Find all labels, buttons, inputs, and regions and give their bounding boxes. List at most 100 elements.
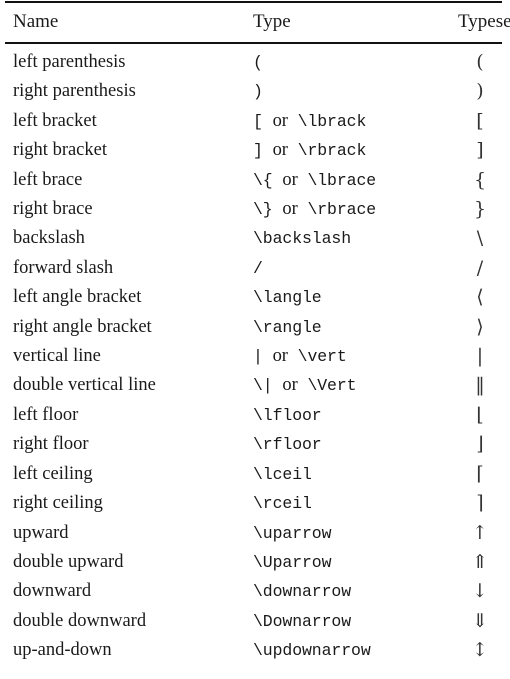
delimiters-table-container: Name Type Typeset left parenthesis ((righ… xyxy=(0,0,510,679)
type-or-separator: or xyxy=(282,169,298,190)
cell-type: ) xyxy=(253,77,458,106)
type-or-separator: or xyxy=(282,199,298,220)
cell-type: ] or \rbrack xyxy=(253,136,458,165)
type-command-primary: ( xyxy=(253,53,263,72)
table-row: double downward \Downarrow ⇓ xyxy=(5,607,502,636)
cell-type: ( xyxy=(253,44,458,77)
type-command-primary: | xyxy=(253,347,263,367)
table-row: double vertical line \| or \Vert ‖ xyxy=(5,371,502,400)
cell-type: \backslash xyxy=(253,224,458,253)
cell-typeset-glyph: ] xyxy=(476,139,484,162)
table-row: vertical line | or \vert | xyxy=(5,342,502,371)
cell-type: [ or \lbrack xyxy=(253,107,458,136)
cell-type: \downarrow xyxy=(253,577,458,606)
cell-type: \} or \rbrace xyxy=(253,195,458,224)
type-command-primary: \rceil xyxy=(253,494,312,514)
table-row: right ceiling \rceil ⌉ xyxy=(5,489,502,518)
cell-name: backslash xyxy=(13,228,85,249)
cell-name: right parenthesis xyxy=(13,81,136,102)
cell-typeset-glyph: | xyxy=(476,345,484,368)
cell-type: \updownarrow xyxy=(253,636,458,665)
cell-name: left brace xyxy=(13,169,83,190)
table-row: left floor \lfloor ⌊ xyxy=(5,401,502,430)
delimiters-table: Name Type Typeset left parenthesis ((righ… xyxy=(5,0,510,666)
type-command-alternate: \vert xyxy=(297,347,347,367)
type-command-primary: \backslash xyxy=(253,229,352,249)
type-or-separator: or xyxy=(272,110,288,131)
table-row: right bracket ] or \rbrack] xyxy=(5,136,502,165)
type-command-primary: / xyxy=(253,258,263,278)
column-header-name: Name xyxy=(13,11,59,32)
table-row: upward \uparrow ↑ xyxy=(5,519,502,548)
type-command-primary: \uparrow xyxy=(253,523,332,543)
table-row: right brace \} or \rbrace} xyxy=(5,195,502,224)
cell-name: double downward xyxy=(13,610,147,631)
type-command-alternate: \Vert xyxy=(307,376,357,396)
cell-typeset-glyph: ) xyxy=(476,80,484,103)
cell-type: \lceil xyxy=(253,460,458,489)
cell-typeset-glyph: ⇓ xyxy=(472,609,488,632)
cell-name: forward slash xyxy=(13,257,114,278)
cell-type: \| or \Vert xyxy=(253,371,458,400)
table-row: left parenthesis (( xyxy=(5,44,502,77)
type-command-primary: \Uparrow xyxy=(253,552,332,572)
cell-name: left ceiling xyxy=(13,463,93,484)
table-row: right floor \rfloor ⌋ xyxy=(5,430,502,459)
type-command-primary: \rangle xyxy=(253,317,322,337)
table-body: left parenthesis((right parenthesis)) lef… xyxy=(5,44,502,666)
cell-name: vertical line xyxy=(13,346,101,367)
cell-name: up-and-down xyxy=(13,640,112,661)
type-command-primary: \Downarrow xyxy=(253,611,352,631)
type-or-separator: or xyxy=(272,346,288,367)
type-command-alternate: \rbrack xyxy=(297,141,367,161)
cell-type: \{ or \lbrace xyxy=(253,166,458,195)
cell-typeset-glyph: ⟨ xyxy=(476,286,484,309)
cell-typeset-glyph: ⌊ xyxy=(476,403,484,426)
cell-type: / xyxy=(253,254,458,283)
type-command-alternate: \lbrack xyxy=(297,111,367,131)
cell-type: \rfloor xyxy=(253,430,458,459)
type-command-primary: \updownarrow xyxy=(253,641,371,661)
cell-typeset-glyph: ⇑ xyxy=(472,550,488,573)
type-command-primary: [ xyxy=(253,111,263,131)
cell-type: \rceil xyxy=(253,489,458,518)
cell-name: right brace xyxy=(13,199,93,220)
table-row: double upward \Uparrow ⇑ xyxy=(5,548,502,577)
type-command-primary: ] xyxy=(253,141,263,161)
cell-typeset-glyph: ⌈ xyxy=(476,462,484,485)
type-or-separator: or xyxy=(282,375,298,396)
cell-name: left angle bracket xyxy=(13,287,142,308)
cell-typeset-glyph: { xyxy=(473,168,487,191)
cell-typeset-glyph: ↑ xyxy=(472,521,488,544)
cell-name: left bracket xyxy=(13,110,97,131)
table-row: up-and-down \updownarrow ↕ xyxy=(5,636,502,665)
cell-typeset-glyph: ⌋ xyxy=(476,433,484,456)
cell-type: \Uparrow xyxy=(253,548,458,577)
cell-typeset-glyph: ( xyxy=(476,51,484,73)
cell-name: double upward xyxy=(13,551,124,572)
type-command-primary: ) xyxy=(253,82,263,102)
table-row: left bracket[ or \lbrack[ xyxy=(5,107,502,136)
cell-typeset-glyph: [ xyxy=(476,109,484,132)
table-row: forward slash / / xyxy=(5,254,502,283)
cell-type: \uparrow xyxy=(253,519,458,548)
cell-name: double vertical line xyxy=(13,375,156,396)
cell-type: \langle xyxy=(253,283,458,312)
cell-typeset-glyph: \ xyxy=(476,227,484,250)
type-command-primary: \lfloor xyxy=(253,405,322,425)
table-head: Name Type Typeset xyxy=(5,0,510,44)
cell-type: \lfloor xyxy=(253,401,458,430)
cell-typeset-glyph: / xyxy=(476,256,484,279)
table-row: left angle bracket \langle ⟨ xyxy=(5,283,502,312)
table-row: backslash \backslash \ xyxy=(5,224,502,253)
cell-typeset-glyph: ⟩ xyxy=(476,315,484,338)
cell-name: left floor xyxy=(13,404,79,425)
cell-name: right bracket xyxy=(13,140,107,161)
table-row: downward \downarrow ↓ xyxy=(5,577,502,606)
table-header-row: Name Type Typeset xyxy=(5,3,510,41)
type-command-primary: \rfloor xyxy=(253,435,322,455)
table-row: left brace \{ or \lbrace { xyxy=(5,166,502,195)
cell-typeset-glyph: ⌉ xyxy=(476,492,484,515)
type-command-primary: \{ xyxy=(253,170,273,190)
table-row: left ceiling \lceil ⌈ xyxy=(5,460,502,489)
